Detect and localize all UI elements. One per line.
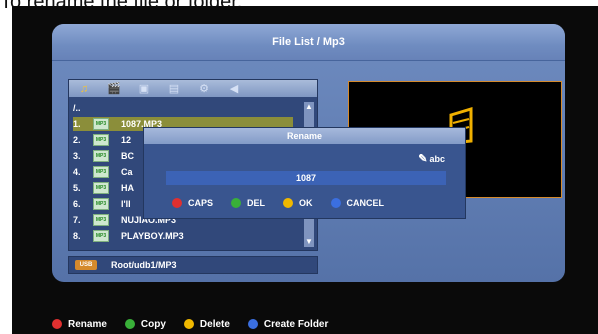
- green-button-icon: [231, 198, 242, 208]
- movie-icon[interactable]: 🎬: [99, 80, 129, 97]
- mp3-file-icon: MP3: [93, 214, 109, 226]
- speaker-icon[interactable]: ◀: [219, 80, 249, 97]
- mp3-file-icon: MP3: [93, 166, 109, 178]
- ok-button[interactable]: OK: [283, 198, 313, 208]
- blue-button-icon: [330, 198, 341, 208]
- delete-hint[interactable]: Delete: [183, 319, 230, 330]
- current-path: Root/udb1/MP3: [111, 260, 177, 270]
- input-mode-indicator: ✎ abc: [418, 153, 445, 165]
- yellow-button-icon: [183, 319, 194, 329]
- path-bar: USB Root/udb1/MP3: [68, 256, 318, 274]
- mp3-file-icon: MP3: [93, 230, 109, 242]
- window-title: File List / Mp3: [52, 24, 565, 61]
- mp3-file-icon: MP3: [93, 198, 109, 210]
- rename-dialog: Rename ✎ abc 1087 CAPS DEL OK CANCEL: [143, 127, 466, 219]
- scroll-down-arrow-icon[interactable]: ▼: [304, 237, 314, 247]
- settings-icon[interactable]: ⚙: [189, 80, 219, 97]
- rename-input[interactable]: 1087: [166, 171, 446, 185]
- film-icon[interactable]: ▤: [159, 80, 189, 97]
- yellow-button-icon: [283, 198, 294, 208]
- mp3-file-icon: MP3: [93, 118, 109, 130]
- photo-icon[interactable]: ▣: [129, 80, 159, 97]
- mp3-file-icon: MP3: [93, 182, 109, 194]
- red-button-icon: [172, 198, 182, 208]
- rename-hint[interactable]: Rename: [52, 319, 107, 330]
- dialog-title: Rename: [144, 128, 465, 144]
- caps-button[interactable]: CAPS: [172, 198, 213, 208]
- dialog-button-row: CAPS DEL OK CANCEL: [172, 198, 394, 208]
- footer-hint-bar: Rename Copy Delete Create Folder: [52, 316, 472, 332]
- tv-screen: File List / Mp3 ♫ 🎬 ▣ ▤ ⚙ ◀ /.. 1. MP3 1…: [12, 6, 598, 334]
- pencil-icon: ✎: [418, 153, 428, 165]
- del-button[interactable]: DEL: [231, 198, 265, 208]
- mp3-file-icon: MP3: [93, 134, 109, 146]
- blue-button-icon: [247, 319, 258, 329]
- parent-directory-item[interactable]: /..: [73, 101, 293, 115]
- cancel-button[interactable]: CANCEL: [330, 198, 384, 208]
- list-item[interactable]: 8. MP3 PLAYBOY.MP3: [73, 229, 293, 243]
- usb-icon: USB: [75, 260, 97, 270]
- red-button-icon: [52, 319, 62, 329]
- mp3-file-icon: MP3: [93, 150, 109, 162]
- media-type-toolbar: ♫ 🎬 ▣ ▤ ⚙ ◀: [69, 80, 317, 97]
- green-button-icon: [124, 319, 135, 329]
- music-folder-icon[interactable]: ♫: [69, 80, 99, 97]
- copy-hint[interactable]: Copy: [124, 319, 166, 330]
- scroll-up-arrow-icon[interactable]: ▲: [304, 102, 314, 112]
- create-folder-hint[interactable]: Create Folder: [247, 319, 328, 330]
